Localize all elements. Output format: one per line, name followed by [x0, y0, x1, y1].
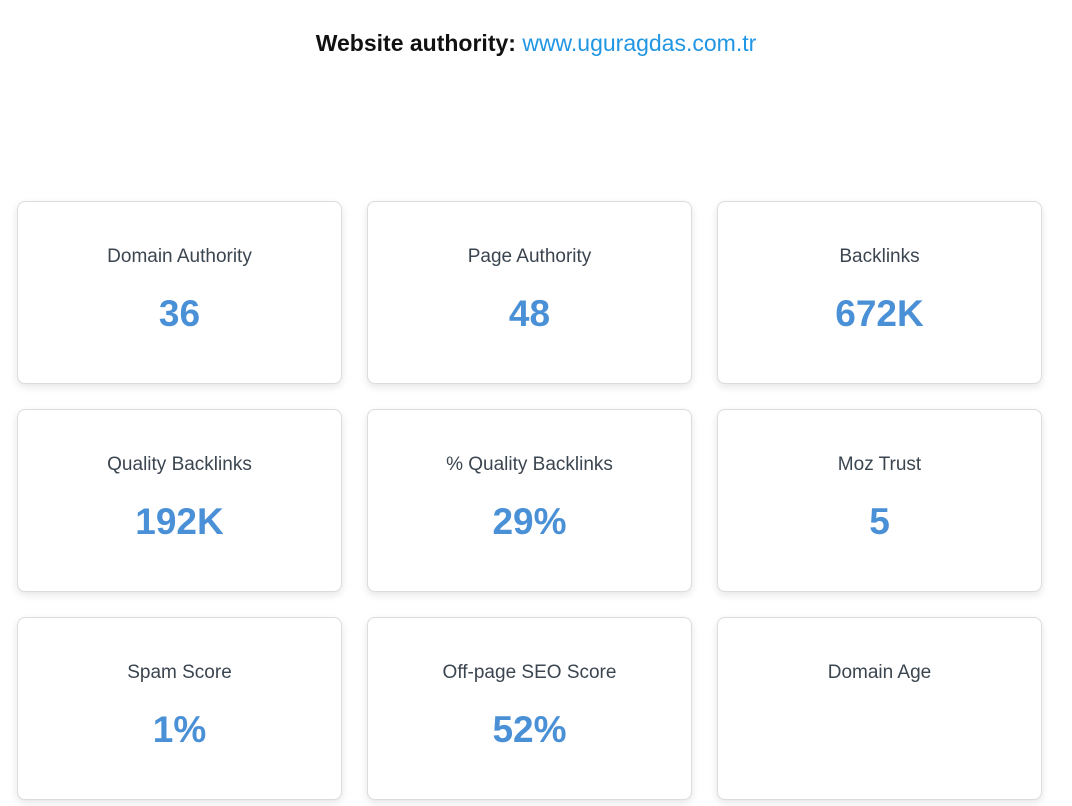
metric-title: Off-page SEO Score [442, 662, 617, 683]
metric-card-page-authority: Page Authority 48 [367, 201, 692, 384]
metric-value: 36 [158, 293, 201, 334]
metric-card-domain-age: Domain Age [717, 617, 1042, 800]
header-label: Website authority: [315, 30, 516, 56]
metric-title: Moz Trust [837, 454, 922, 475]
metric-value: 52% [492, 709, 567, 750]
metric-value [718, 708, 1041, 752]
metric-card-backlinks: Backlinks 672K [717, 201, 1042, 384]
metric-card-moz-trust: Moz Trust 5 [717, 409, 1042, 592]
metric-title: Backlinks [839, 246, 920, 267]
metric-value: 192K [135, 501, 224, 542]
metric-title: Spam Score [127, 662, 232, 683]
metric-value: 1% [152, 709, 207, 750]
metric-card-domain-authority: Domain Authority 36 [17, 201, 342, 384]
metric-title: Domain Authority [107, 246, 252, 267]
metrics-grid: Domain Authority 36 Page Authority 48 Ba… [17, 201, 1042, 800]
metric-value: 672K [835, 293, 924, 334]
metric-card-off-page-seo-score: Off-page SEO Score 52% [367, 617, 692, 800]
metric-card-quality-backlinks: Quality Backlinks 192K [17, 409, 342, 592]
metric-card-spam-score: Spam Score 1% [17, 617, 342, 800]
metric-value: 48 [508, 293, 551, 334]
page-header: Website authority: www.uguragdas.com.tr [0, 28, 1072, 58]
metric-title: % Quality Backlinks [446, 454, 613, 475]
metric-title: Domain Age [827, 662, 932, 683]
metric-card-percent-quality-backlinks: % Quality Backlinks 29% [367, 409, 692, 592]
metric-title: Quality Backlinks [107, 454, 252, 475]
metric-value: 29% [492, 501, 567, 542]
website-url-link[interactable]: www.uguragdas.com.tr [522, 30, 756, 56]
metric-value: 5 [869, 501, 890, 542]
metric-title: Page Authority [467, 246, 592, 267]
